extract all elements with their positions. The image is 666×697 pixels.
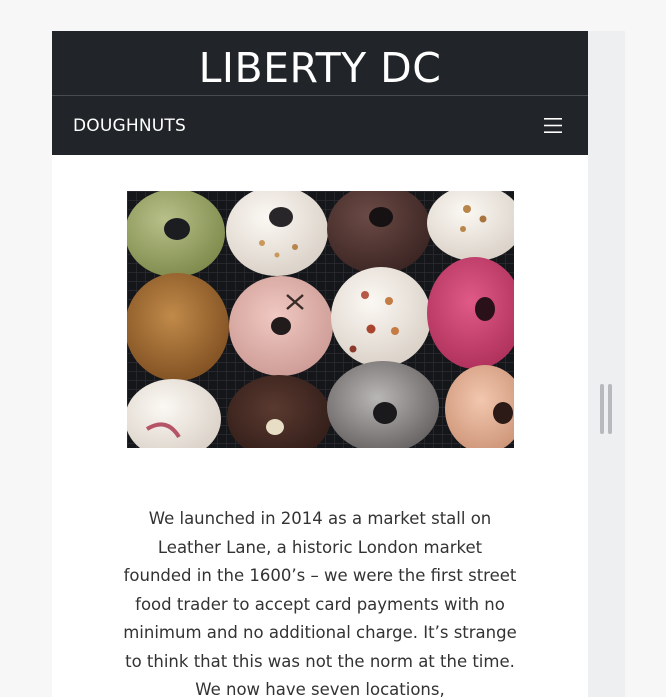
scrollbar-thumb[interactable]	[608, 384, 612, 434]
site-title: LIBERTY DC	[198, 44, 442, 92]
intro-paragraph: We launched in 2014 as a market stall on…	[123, 509, 517, 697]
scrollbar-thumb[interactable]	[600, 384, 604, 434]
hamburger-menu-icon[interactable]	[540, 114, 566, 138]
scrollbar-track[interactable]	[588, 31, 625, 697]
nav-brand-link[interactable]: DOUGHNUTS	[73, 116, 186, 136]
browser-viewport: LIBERTY DC DOUGHNUTS We launched in 2014…	[52, 31, 588, 697]
doughnuts-photo	[127, 191, 514, 448]
site-header: LIBERTY DC	[52, 31, 588, 96]
